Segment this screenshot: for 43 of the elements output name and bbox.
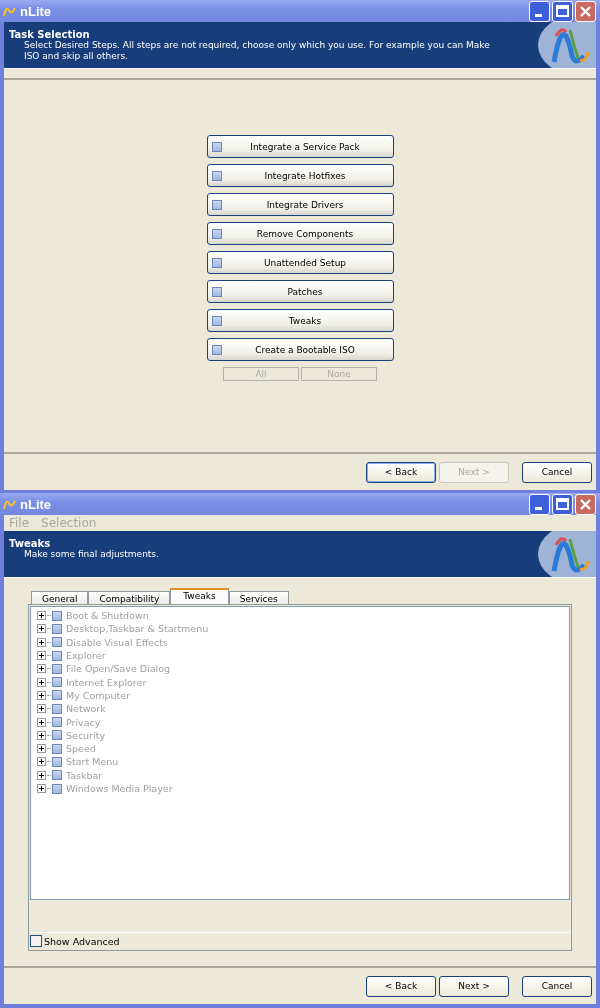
menu-item[interactable]: File [9,516,30,530]
task-button[interactable]: Tweaks [206,309,394,332]
minimize-icon [535,506,542,510]
menu-item[interactable]: Selection [41,516,97,530]
wizard-button[interactable]: Next > [439,975,509,997]
task-button[interactable]: Unattended Setup [206,251,394,274]
checkbox[interactable] [211,141,222,152]
tab[interactable]: Compatibility [88,591,171,604]
task-button[interactable]: Remove Components [206,222,394,245]
window-title: nLite [20,496,52,512]
close-button[interactable] [575,0,596,22]
window-title: nLite [20,3,52,19]
checkbox[interactable] [211,286,222,297]
minimize-icon [535,13,542,17]
close-button[interactable] [575,493,596,515]
checkbox[interactable] [211,170,222,181]
task-button[interactable]: Create a Bootable ISO [206,338,394,361]
checkbox[interactable] [30,935,42,947]
header-subtitle: Select Desired Steps. All steps are not required, choose only which you use. For example you can Make ISO and skip all others. [23,40,491,62]
wizard-button[interactable]: Cancel [522,975,592,997]
maximize-button[interactable] [552,0,573,22]
header-title: Task Selection [9,29,91,40]
checkbox[interactable] [211,257,222,268]
checkbox[interactable] [211,228,222,239]
checkbox[interactable] [211,344,222,355]
checkbox-label: Show Advanced [44,935,120,947]
task-button[interactable]: Integrate a Service Pack [206,135,394,158]
checkbox[interactable] [211,199,222,210]
minimize-button[interactable] [529,493,550,515]
task-button[interactable]: Integrate Hotfixes [206,164,394,187]
header-title: Tweaks [9,538,52,549]
checkbox[interactable] [211,315,222,326]
wizard-button[interactable]: < Back [366,461,436,483]
tab[interactable]: General [31,591,89,604]
minimize-button[interactable] [529,0,550,22]
tab[interactable]: Tweaks [170,588,229,604]
wizard-button[interactable]: < Back [366,975,436,997]
maximize-button[interactable] [552,493,573,515]
header-subtitle: Make some final adjustments. [23,549,160,560]
tab[interactable]: Services [228,591,289,604]
task-button[interactable]: Integrate Drivers [206,193,394,216]
task-button[interactable]: Patches [206,280,394,303]
wizard-button[interactable]: Cancel [522,461,592,483]
